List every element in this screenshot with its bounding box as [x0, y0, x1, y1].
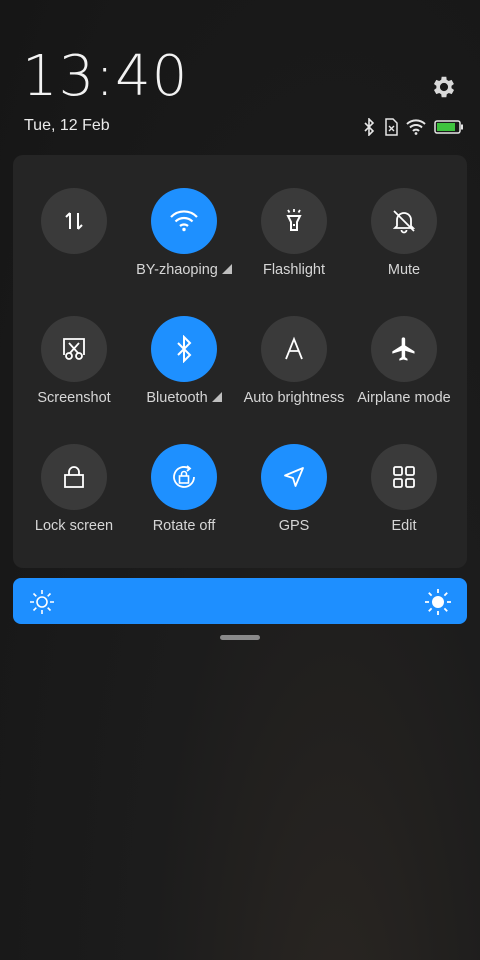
- brightness-slider[interactable]: [13, 578, 467, 624]
- tile-data-transfer[interactable]: [19, 188, 129, 308]
- mute-button[interactable]: [371, 188, 437, 254]
- tile-wifi[interactable]: BY-zhaoping: [129, 188, 239, 308]
- no-sim-icon: [385, 118, 398, 136]
- bell-off-icon: [392, 210, 416, 234]
- wifi-icon: [170, 210, 198, 232]
- bluetooth-icon: [177, 335, 192, 363]
- tile-edit[interactable]: Edit: [349, 444, 459, 564]
- lock-icon: [64, 466, 84, 488]
- rotate-lock-icon: [173, 465, 195, 488]
- menu-arrow-icon[interactable]: [211, 392, 222, 402]
- airplane-icon: [392, 337, 415, 361]
- gps-button[interactable]: [261, 444, 327, 510]
- airplane-mode-button[interactable]: [371, 316, 437, 382]
- tile-gps[interactable]: GPS: [239, 444, 349, 564]
- screenshot-icon: [63, 338, 85, 360]
- tile-label: Mute: [387, 262, 421, 278]
- edit-grid-icon: [393, 466, 415, 488]
- tile-screenshot[interactable]: Screenshot: [19, 316, 129, 436]
- bluetooth-icon: [364, 118, 375, 136]
- edit-button[interactable]: [371, 444, 437, 510]
- flashlight-icon: [286, 209, 302, 231]
- clock-time: 13:40: [22, 44, 189, 109]
- status-bar: [362, 116, 464, 138]
- data-transfer-button[interactable]: [41, 188, 107, 254]
- battery-icon: [434, 120, 463, 134]
- tile-airplane[interactable]: Airplane mode: [349, 316, 459, 436]
- auto-brightness-button[interactable]: [261, 316, 327, 382]
- tile-auto-brightness[interactable]: Auto brightness: [239, 316, 349, 436]
- clock-date: Tue, 12 Feb: [24, 117, 110, 134]
- tile-bluetooth[interactable]: Bluetooth: [129, 316, 239, 436]
- flashlight-button[interactable]: [261, 188, 327, 254]
- tile-label: Edit: [391, 518, 417, 534]
- quick-settings-panel: BY-zhaoping Flashlight Mute Screenshot B…: [13, 155, 467, 568]
- data-transfer-icon: [65, 212, 83, 230]
- tile-mute[interactable]: Mute: [349, 188, 459, 308]
- screenshot-button[interactable]: [41, 316, 107, 382]
- gps-icon: [284, 467, 304, 487]
- tile-flashlight[interactable]: Flashlight: [239, 188, 349, 308]
- tile-rotate[interactable]: Rotate off: [129, 444, 239, 564]
- lock-screen-button[interactable]: [41, 444, 107, 510]
- auto-brightness-icon: [285, 336, 303, 360]
- brightness-high-icon[interactable]: [425, 589, 451, 615]
- wifi-icon: [406, 119, 426, 135]
- brightness-low-icon: [30, 590, 54, 614]
- rotate-lock-button[interactable]: [151, 444, 217, 510]
- tile-label: Airplane mode: [357, 390, 451, 406]
- settings-gear-icon[interactable]: [430, 73, 458, 101]
- tile-lock-screen[interactable]: Lock screen: [19, 444, 129, 564]
- wifi-toggle-button[interactable]: [151, 188, 217, 254]
- drag-handle[interactable]: [220, 635, 260, 640]
- bluetooth-toggle-button[interactable]: [151, 316, 217, 382]
